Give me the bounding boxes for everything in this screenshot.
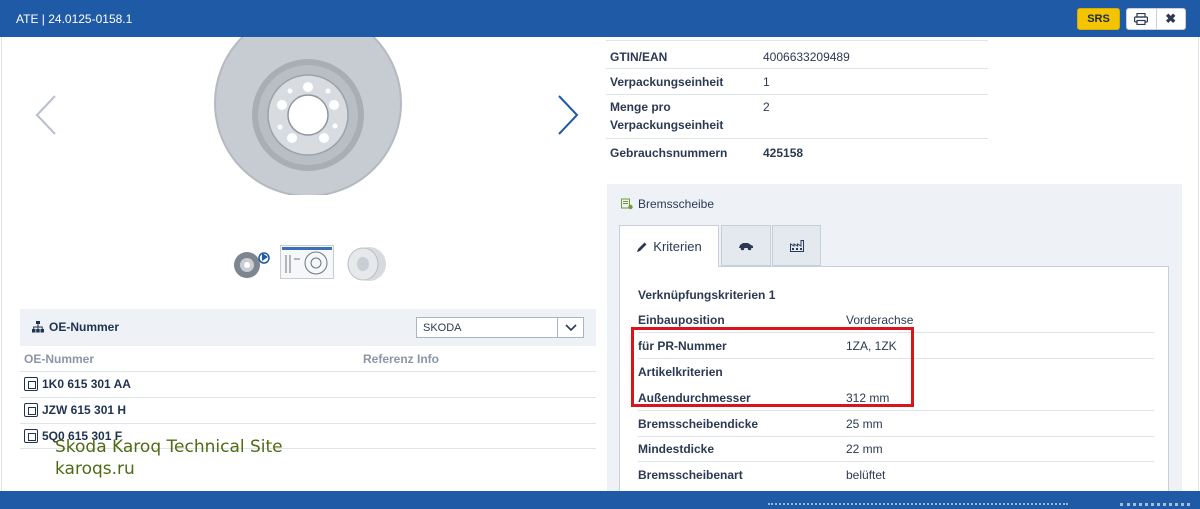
criteria-key: Mindestdicke (638, 442, 715, 456)
spec-key: Verpackungseinheit (610, 75, 724, 89)
bremsscheibe-title: Bremsscheibe (638, 197, 715, 211)
copy-icon[interactable] (24, 429, 38, 443)
window-actions: ✖ (1126, 8, 1186, 30)
sitemap-icon (32, 321, 44, 333)
spec-key: GTIN/EAN (610, 50, 668, 64)
spec-row-verpackungseinheit: Verpackungseinheit 1 (606, 68, 988, 94)
copy-icon[interactable] (24, 403, 38, 417)
product-tag-icon (621, 198, 633, 210)
spec-row-menge: Menge pro Verpackungseinheit 2 (606, 94, 988, 138)
table-row: JZW 615 301 H (20, 397, 596, 423)
bottom-bar-cropped-text (768, 503, 1068, 507)
thumbnail-technical-drawing[interactable] (280, 245, 334, 279)
pencil-icon (637, 242, 647, 252)
window-title: ATE | 24.0125-0158.1 (16, 12, 133, 26)
criteria-value: Vorderachse (846, 313, 914, 327)
criteria-row: Bremsscheibendicke 25 mm (638, 411, 1154, 437)
criteria-row: Mindestdicke 22 mm (638, 436, 1154, 462)
spec-key: Gebrauchsnummern (610, 146, 728, 160)
bottom-bar-cropped-icons (1120, 503, 1190, 509)
oe-number-header: OE-Nummer SKODA (20, 309, 596, 346)
brand-select-value: SKODA (423, 322, 462, 334)
criteria-key: Einbauposition (638, 313, 725, 327)
criteria-key: Bremsscheibenart (638, 468, 743, 482)
thumbnail-disc-side[interactable] (345, 246, 389, 282)
criteria-value: 22 mm (846, 442, 883, 456)
tab-vehicles[interactable] (721, 225, 771, 266)
oe-column-header-reference: Referenz Info (363, 352, 440, 366)
factory-icon (789, 239, 804, 252)
annotation-highlight-box (631, 327, 914, 407)
criteria-key: Bremsscheibendicke (638, 417, 759, 431)
srs-button[interactable]: SRS (1077, 8, 1120, 30)
spec-value: 425158 (763, 146, 804, 160)
spec-value: 2 (763, 100, 770, 114)
car-icon (739, 242, 753, 250)
product-image-brake-disc (214, 37, 402, 195)
table-row: 1K0 615 301 AA (20, 371, 596, 397)
tab-kriterien-label: Kriterien (653, 239, 702, 254)
criteria-value: 25 mm (846, 417, 883, 431)
frame-left-border (1, 37, 2, 491)
spec-key: Menge pro Verpackungseinheit (610, 100, 724, 132)
title-bar: ATE | 24.0125-0158.1 SRS ✖ (0, 0, 1200, 37)
bottom-status-bar (0, 491, 1200, 509)
oe-column-header-number: OE-Nummer (24, 352, 95, 366)
tab-manufacturers[interactable] (772, 225, 821, 266)
chevron-down-icon (564, 323, 577, 331)
criteria-value: belüftet (846, 468, 886, 482)
brand-select[interactable]: SKODA (416, 317, 584, 338)
oe-number-link[interactable]: 1K0 615 301 AA (42, 377, 131, 391)
criteria-row: Bremsscheibenart belüftet (638, 462, 1154, 488)
spec-row-gebrauchsnummern: Gebrauchsnummern 425158 (606, 138, 988, 166)
watermark-line-1: Skoda Karoq Technical Site (55, 437, 283, 457)
watermark-line-2: karoqs.ru (55, 459, 135, 479)
copy-icon[interactable] (24, 377, 38, 391)
close-icon: ✖ (1165, 11, 1177, 26)
spec-value: 4006633209489 (763, 50, 850, 64)
carousel-prev-arrow[interactable] (34, 94, 58, 136)
carousel-next-arrow[interactable] (556, 94, 580, 136)
criteria-group-heading: Verknüpfungskriterien 1 (638, 288, 776, 302)
oe-number-link[interactable]: JZW 615 301 H (42, 403, 126, 417)
oe-number-title: OE-Nummer (49, 320, 120, 334)
spec-value: 1 (763, 75, 770, 89)
spec-row-gtin: GTIN/EAN 4006633209489 (606, 40, 988, 68)
thumbnail-disc-3d[interactable] (231, 249, 273, 279)
close-button[interactable]: ✖ (1157, 9, 1186, 29)
frame-right-border (1198, 37, 1199, 491)
print-button[interactable] (1127, 9, 1157, 29)
print-icon (1134, 13, 1149, 25)
tab-kriterien[interactable]: Kriterien (619, 225, 719, 267)
